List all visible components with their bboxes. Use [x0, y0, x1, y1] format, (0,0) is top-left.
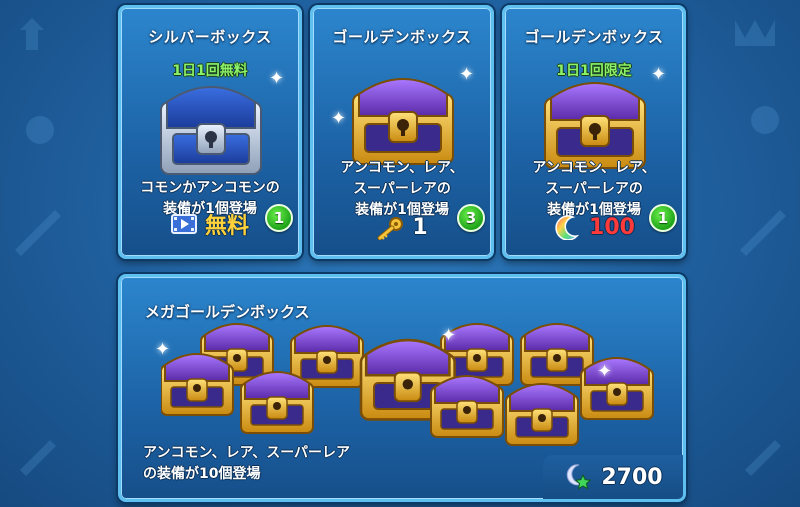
box-description: アンコモン、レア、スーパーレア の装備が10個登場	[143, 445, 351, 482]
rainbow-crescent-icon	[555, 215, 580, 240]
price-label: 100	[589, 214, 635, 240]
card-title: シルバーボックス	[148, 28, 272, 46]
moon-star-icon	[567, 464, 592, 490]
sparkle-icon: ✦	[459, 64, 475, 85]
price-label: 1	[412, 215, 428, 240]
price-row: 2700	[543, 455, 683, 499]
silver-chest-icon	[160, 86, 262, 175]
sparkle-icon: ✦	[155, 339, 171, 360]
card-title: ゴールデンボックス	[524, 28, 664, 46]
gold-chest-icon	[544, 82, 646, 169]
card-title: ゴールデンボックス	[332, 28, 472, 46]
price-label: 2700	[601, 464, 663, 490]
video-icon	[170, 214, 197, 234]
price-row: 1	[313, 215, 491, 240]
key-icon	[377, 216, 404, 240]
golden-box-limited-card[interactable]: ゴールデンボックス 1日1回限定 ✦ アンコモン、レア、 スーパーレアの 装備が…	[502, 5, 686, 259]
sparkle-icon: ✦	[597, 361, 613, 382]
sparkle-icon: ✦	[651, 64, 667, 85]
golden-box-card[interactable]: ゴールデンボックス ✦ ✦ アンコモン、レア、 スーパーレアの 装備が1個登場 …	[310, 5, 494, 259]
sparkle-icon: ✦	[331, 108, 347, 129]
mega-golden-box-card[interactable]: メガゴールデンボックス ✦ ✦ ✦ アンコモン、レア、スーパーレア の装備が10…	[118, 274, 686, 502]
sparkle-icon: ✦	[441, 325, 457, 346]
silver-box-card[interactable]: シルバーボックス 1日1回無料 ✦ コモンかアンコモンの 装備が1個登場 1 無…	[118, 5, 302, 259]
price-label: 無料	[204, 214, 249, 239]
price-row: 100	[505, 214, 683, 240]
gold-chest-icon	[352, 78, 454, 165]
chest-pile-icon	[161, 323, 654, 446]
sparkle-icon: ✦	[269, 68, 285, 89]
price-row: 無料	[121, 208, 299, 240]
